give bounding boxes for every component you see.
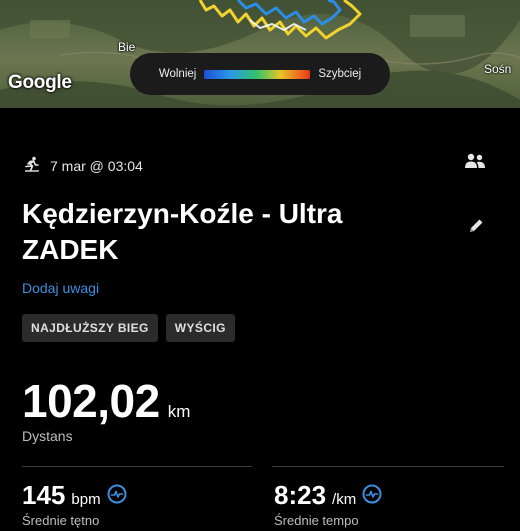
pulse-chart-icon[interactable] <box>107 484 127 509</box>
pace-stat[interactable]: 8:23 /km <box>274 480 382 511</box>
legend-slow-label: Wolniej <box>158 68 197 80</box>
heart-rate-label: Średnie tętno <box>22 513 100 528</box>
heart-rate-unit: bpm <box>71 491 101 508</box>
speed-gradient-bar <box>204 69 311 79</box>
activity-datetime: 7 mar @ 03:04 <box>50 157 143 174</box>
route-map[interactable]: Bie Sośn Google Wolniej Szybciej <box>0 0 520 108</box>
activity-title: Kędzierzyn-Koźle - Ultra ZADEK <box>22 198 343 265</box>
heart-rate-stat[interactable]: 145 bpm <box>22 480 127 511</box>
pace-unit: /km <box>332 491 357 508</box>
distance-stat: 102,02 km <box>22 374 190 428</box>
divider <box>272 466 504 467</box>
tag-race[interactable]: WYŚCIG <box>165 314 235 342</box>
activity-details: 7 mar @ 03:04 Kędzierzyn-Koźle - Ultra Z… <box>0 108 520 531</box>
map-place-label: Bie <box>118 40 136 54</box>
speed-legend: Wolniej Szybciej <box>130 53 390 95</box>
distance-label: Dystans <box>22 428 73 444</box>
map-place-label: Sośn <box>484 62 512 76</box>
pace-value: 8:23 <box>274 480 327 510</box>
participants-icon[interactable] <box>464 153 486 174</box>
running-icon <box>24 156 40 175</box>
edit-pencil-icon[interactable] <box>467 217 485 240</box>
legend-fast-label: Szybciej <box>318 68 362 80</box>
pace-label: Średnie tempo <box>274 513 359 528</box>
heart-rate-value: 145 <box>22 480 66 510</box>
tag-longest-run[interactable]: NAJDŁUŻSZY BIEG <box>22 314 158 342</box>
divider <box>22 466 252 467</box>
google-logo: Google <box>8 72 72 93</box>
add-note-link[interactable]: Dodaj uwagi <box>22 280 99 296</box>
pace-chart-icon[interactable] <box>362 484 382 509</box>
distance-value: 102,02 <box>22 375 160 427</box>
activity-tags: NAJDŁUŻSZY BIEG WYŚCIG <box>22 314 235 342</box>
distance-unit: km <box>167 402 191 421</box>
activity-meta: 7 mar @ 03:04 <box>24 156 143 175</box>
